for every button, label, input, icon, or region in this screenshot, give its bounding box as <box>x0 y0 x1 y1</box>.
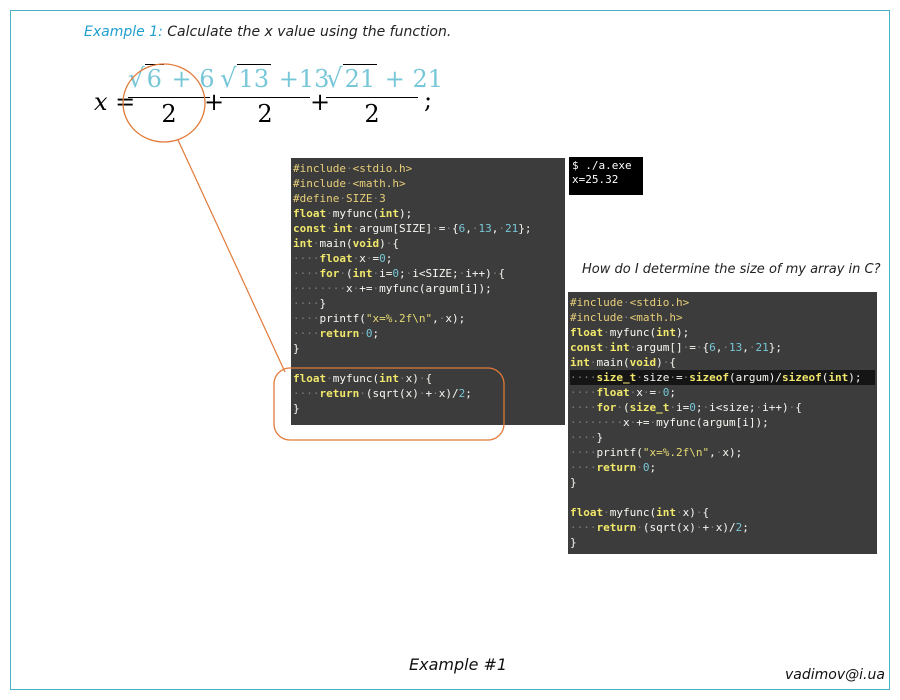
code-line: } <box>570 476 577 489</box>
example-text: Calculate the x value using the function… <box>167 24 452 40</box>
code-line: #define·SIZE·3 <box>293 192 386 205</box>
code-line: ····printf("x=%.2f\n",·x); <box>570 446 743 459</box>
code-line: } <box>293 402 300 415</box>
code-line: } <box>293 342 300 355</box>
code-line: ····printf("x=%.2f\n",·x); <box>293 312 466 325</box>
example-label: Example 1: <box>84 24 163 40</box>
code-line: int·main(void)·{ <box>293 237 399 250</box>
code-line: ····return·0; <box>570 461 657 474</box>
code-line: } <box>570 536 577 549</box>
question-text: How do I determine the size of my array … <box>582 262 881 277</box>
fraction-term-3: √21 + 21 2 <box>326 64 444 128</box>
fraction-term-2: √13 +13 2 <box>220 64 330 128</box>
example-heading: Example 1: Calculate the x value using t… <box>84 24 451 40</box>
denominator-2: 2 <box>257 100 273 128</box>
code-line: ····float·x·=·0; <box>570 386 676 399</box>
code-line: #include·<stdio.h> <box>570 296 690 309</box>
terminal-output: $ ./a.exe x=25.32 <box>569 157 643 195</box>
radicand-3: 21 <box>342 64 378 93</box>
addend-3: + 21 <box>384 65 444 93</box>
radicand-2: 13 <box>236 64 272 93</box>
denominator-3: 2 <box>364 100 380 128</box>
code-line: ····} <box>293 297 327 310</box>
radicand-1: 6 <box>144 64 164 93</box>
formula-semicolon: ; <box>424 86 433 114</box>
code-line: int·main(void)·{ <box>570 356 676 369</box>
terminal-result: x=25.32 <box>572 173 619 186</box>
denominator-1: 2 <box>161 100 177 128</box>
code-line: float·myfunc(int·x)·{ <box>570 506 710 519</box>
code-line: ····for·(int·i=0;·i<SIZE;·i++)·{ <box>293 267 505 280</box>
code-line: #include·<math.h> <box>293 177 406 190</box>
code-line: ········x·+=·myfunc(argum[i]); <box>570 416 769 429</box>
code-line: ····return·(sqrt(x)·+·x)/2; <box>570 521 749 534</box>
code-line: ····return·(sqrt(x)·+·x)/2; <box>293 387 472 400</box>
terminal-command: $ ./a.exe <box>572 159 632 172</box>
code-line: ····} <box>570 431 604 444</box>
formula: x = √6 + 6 2 + √13 +13 2 + √21 + 21 2 ; <box>88 56 448 146</box>
code-line: ········x·+=·myfunc(argum[i]); <box>293 282 492 295</box>
code-line: ····for·(size_t·i=0;·i<size;·i++)·{ <box>570 401 802 414</box>
code-line: const·int·argum[SIZE]·=·{6,·13,·21}; <box>293 222 532 235</box>
code-line: #include·<stdio.h> <box>293 162 413 175</box>
author-email: vadimov@i.ua <box>785 667 885 683</box>
caption: Example #1 <box>409 655 508 674</box>
code-line: const·int·argum[]·=·{6,·13,·21}; <box>570 341 782 354</box>
code-line: ····size_t·size·=·sizeof(argum)/sizeof(i… <box>570 370 875 385</box>
fraction-term-1: √6 + 6 2 <box>128 64 215 128</box>
code-line: float·myfunc(int·x)·{ <box>293 372 433 385</box>
code-line: ····float·x·=0; <box>293 252 393 265</box>
code-line: float·myfunc(int); <box>293 207 413 220</box>
code-block-original: #include·<stdio.h> #include·<math.h> #defi… <box>291 158 565 425</box>
code-line: float·myfunc(int); <box>570 326 690 339</box>
code-line: #include·<math.h> <box>570 311 683 324</box>
code-block-revised: #include·<stdio.h> #include·<math.h> float… <box>568 292 877 554</box>
code-line: ····return·0; <box>293 327 380 340</box>
